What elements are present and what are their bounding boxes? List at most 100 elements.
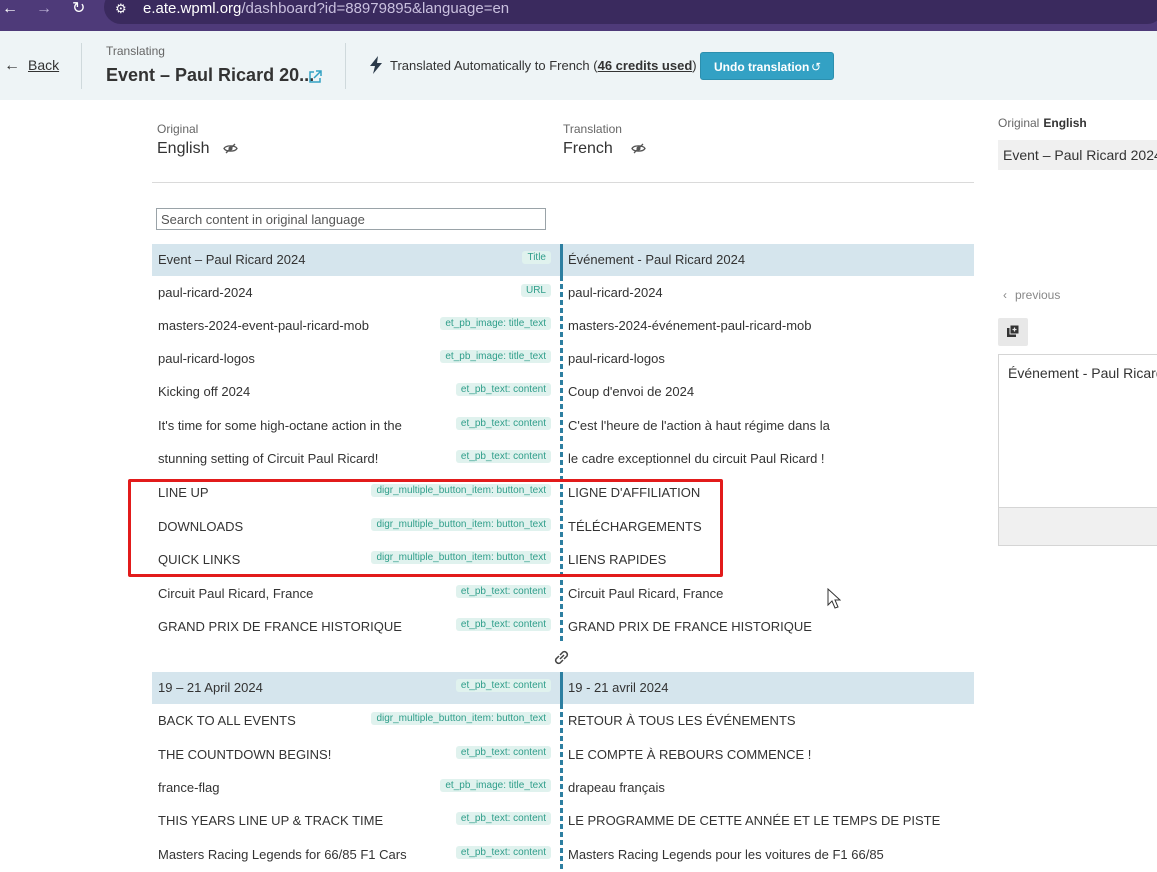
eye-hidden-icon[interactable] [223, 143, 239, 154]
source-text: masters-2024-event-paul-ricard-mob [158, 318, 369, 333]
lightning-icon [370, 56, 382, 74]
back-label: Back [28, 57, 60, 73]
segment-row[interactable]: paul-ricard-logos et_pb_image: title_text… [152, 343, 974, 375]
segment-row[interactable]: THIS YEARS LINE UP & TRACK TIME et_pb_tex… [152, 805, 974, 837]
highlight-annotation-box [128, 479, 723, 577]
target-text[interactable]: Coup d'envoi de 2024 [568, 384, 694, 399]
target-text[interactable]: Circuit Paul Ricard, France [568, 586, 723, 601]
eye-hidden-icon[interactable] [631, 143, 646, 154]
segment-row[interactable]: masters-2024-event-paul-ricard-mob et_pb_… [152, 310, 974, 342]
column-divider [560, 276, 563, 644]
source-text: Event – Paul Ricard 2024 [158, 252, 306, 267]
copy-original-button[interactable] [998, 318, 1028, 346]
target-text[interactable]: C'est l'heure de l'action à haut régime … [568, 418, 830, 433]
field-tag: et_pb_text: content [455, 679, 551, 692]
segment-row[interactable]: Event – Paul Ricard 2024 Title Événement -… [152, 244, 974, 276]
target-text[interactable]: le cadre exceptionnel du circuit Paul Ri… [568, 451, 825, 466]
segment-row[interactable]: stunning setting of Circuit Paul Ricard!… [152, 443, 974, 475]
search-input[interactable] [156, 208, 546, 230]
translation-language-row: French [563, 140, 646, 158]
source-text: GRAND PRIX DE FRANCE HISTORIQUE [158, 619, 402, 634]
translation-language-name: French [563, 140, 613, 157]
browser-toolbar: ← → ↻ ⚙ e.ate.wpml.org/dashboard?id=8897… [0, 0, 1157, 31]
back-link[interactable]: ← Back [4, 57, 59, 75]
editor-header: ← Back Translating Event – Paul Ricard 20… [0, 31, 1157, 100]
target-text[interactable]: Événement - Paul Ricard 2024 [568, 252, 745, 267]
field-tag: et_pb_text: content [455, 383, 551, 396]
translation-language-header: Translation French [563, 122, 646, 158]
field-tag: Title [522, 251, 551, 264]
source-text: Kicking off 2024 [158, 384, 251, 399]
panel-original-text-box: Event – Paul Ricard 2024 [998, 140, 1157, 170]
panel-original-lang: English [1043, 116, 1087, 130]
mouse-pointer-icon [827, 588, 841, 609]
segment-row[interactable]: 19 – 21 April 2024 et_pb_text: content 19 … [152, 672, 974, 704]
column-divider [560, 672, 563, 704]
segment-row[interactable]: It's time for some high-octane action in… [152, 410, 974, 442]
browser-back-icon[interactable]: ← [2, 0, 18, 20]
segment-row[interactable]: paul-ricard-2024 URL paul-ricard-2024 [152, 277, 974, 309]
editor-text[interactable]: Événement - Paul Ricard 2024 [1008, 365, 1157, 381]
target-text[interactable]: LE PROGRAMME DE CETTE ANNÉE ET LE TEMPS … [568, 813, 940, 828]
header-divider [81, 43, 82, 89]
original-language-name: English [157, 140, 210, 157]
site-settings-icon[interactable]: ⚙ [115, 1, 131, 17]
field-tag: et_pb_text: content [455, 585, 551, 598]
undo-translation-button[interactable]: Undo translation ↺ [700, 52, 834, 80]
source-text: THIS YEARS LINE UP & TRACK TIME [158, 813, 384, 828]
target-text[interactable]: paul-ricard-2024 [568, 285, 663, 300]
target-text[interactable]: drapeau français [568, 780, 665, 795]
original-label: Original [157, 122, 199, 136]
column-divider [560, 704, 563, 872]
source-text: Circuit Paul Ricard, France [158, 586, 314, 601]
segment-row[interactable]: Kicking off 2024 et_pb_text: content Coup … [152, 376, 974, 408]
field-tag: et_pb_image: title_text [440, 779, 551, 792]
segment-row[interactable]: THE COUNTDOWN BEGINS! et_pb_text: content… [152, 739, 974, 771]
source-text: BACK TO ALL EVENTS [158, 713, 296, 728]
target-text[interactable]: 19 - 21 avril 2024 [568, 680, 668, 695]
external-link-icon[interactable] [308, 70, 322, 84]
header-separator [152, 182, 974, 183]
panel-original-label: Original English [998, 116, 1087, 130]
link-icon[interactable] [551, 647, 572, 668]
credits-used-link[interactable]: 46 credits used [598, 58, 693, 73]
translation-editor[interactable]: Événement - Paul Ricard 2024 [998, 354, 1157, 546]
url-text[interactable]: e.ate.wpml.org/dashboard?id=88979895&lan… [143, 0, 509, 18]
header-divider [345, 43, 346, 89]
undo-icon: ↺ [810, 60, 821, 74]
field-tag: et_pb_image: title_text [440, 317, 551, 330]
segment-row[interactable]: Masters Racing Legends for 66/85 F1 Cars… [152, 839, 974, 871]
page-title: Event – Paul Ricard 20... [106, 65, 315, 85]
target-text[interactable]: LE COMPTE À REBOURS COMMENCE ! [568, 747, 811, 762]
original-language-header: Original English [157, 122, 239, 158]
field-tag: et_pb_text: content [455, 417, 551, 430]
field-tag: digr_multiple_button_item: button_text [371, 712, 551, 725]
editor-footer [999, 507, 1157, 545]
field-tag: et_pb_text: content [455, 812, 551, 825]
original-language-row: English [157, 140, 239, 158]
translation-label: Translation [563, 122, 622, 136]
browser-forward-icon[interactable]: → [36, 0, 52, 20]
source-text: paul-ricard-logos [158, 351, 255, 366]
target-text[interactable]: masters-2024-événement-paul-ricard-mob [568, 318, 812, 333]
auto-text-prefix: Translated Automatically to French ( [390, 58, 598, 73]
target-text[interactable]: Masters Racing Legends pour les voitures… [568, 847, 884, 862]
source-text: paul-ricard-2024 [158, 285, 253, 300]
field-tag: et_pb_text: content [455, 746, 551, 759]
field-tag: et_pb_text: content [455, 450, 551, 463]
target-text[interactable]: GRAND PRIX DE FRANCE HISTORIQUE [568, 619, 812, 634]
auto-translation-status: Translated Automatically to French (46 c… [390, 58, 697, 73]
target-text[interactable]: paul-ricard-logos [568, 351, 665, 366]
segment-row[interactable]: GRAND PRIX DE FRANCE HISTORIQUE et_pb_tex… [152, 611, 974, 643]
target-text[interactable]: RETOUR À TOUS LES ÉVÉNEMENTS [568, 713, 796, 728]
segment-row[interactable]: BACK TO ALL EVENTS digr_multiple_button_i… [152, 705, 974, 737]
source-text: 19 – 21 April 2024 [158, 680, 263, 695]
browser-reload-icon[interactable]: ↻ [72, 0, 85, 20]
previous-button[interactable]: ‹ previous [1003, 288, 1060, 302]
field-tag: et_pb_image: title_text [440, 350, 551, 363]
segment-row[interactable]: Circuit Paul Ricard, France et_pb_text: c… [152, 578, 974, 610]
segment-row[interactable]: france-flag et_pb_image: title_text drapea… [152, 772, 974, 804]
url-host: e.ate.wpml.org [143, 0, 242, 17]
field-tag: URL [520, 284, 551, 297]
source-text: france-flag [158, 780, 220, 795]
